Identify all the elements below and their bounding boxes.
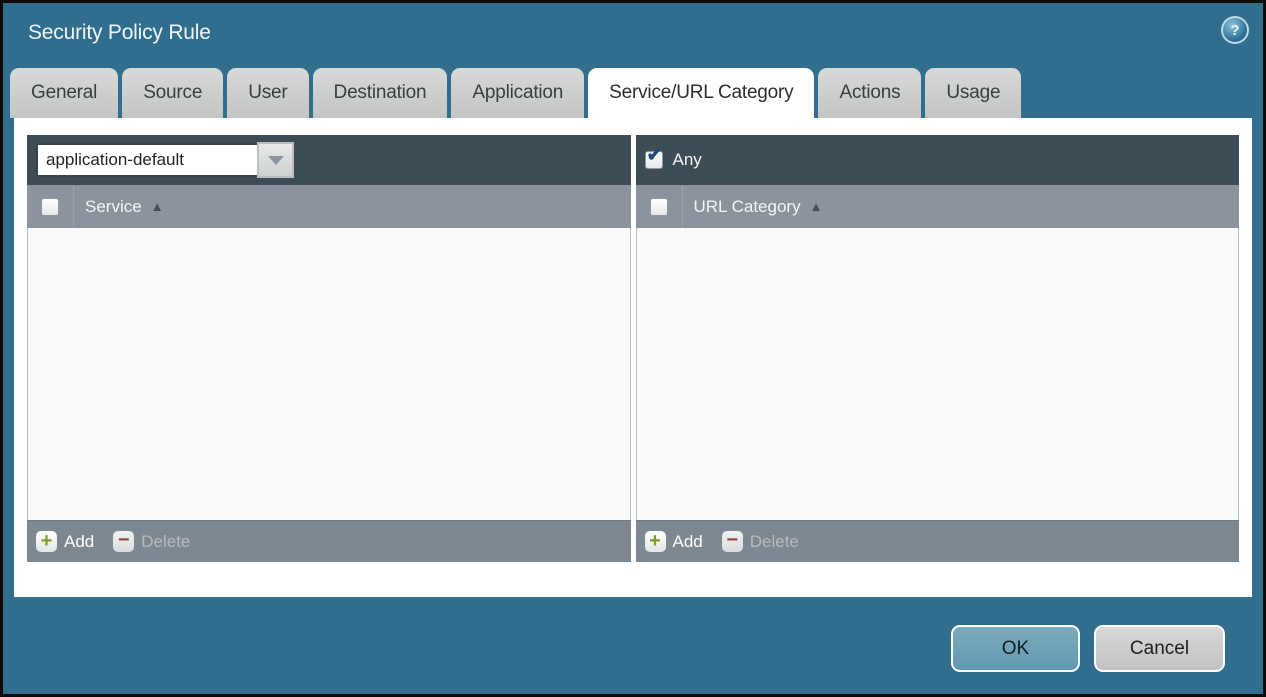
delete-url-category-label: Delete (750, 532, 799, 552)
service-table-body (27, 228, 631, 520)
url-category-table-body (636, 228, 1240, 520)
tab-content: Service ▲ + Add − Delete (14, 118, 1252, 597)
delete-icon: − (113, 531, 134, 552)
service-panel-footer: + Add − Delete (27, 520, 631, 562)
service-column-label: Service (85, 197, 142, 217)
select-all-url-categories-checkbox[interactable] (650, 198, 668, 216)
service-type-dropdown (36, 142, 294, 178)
url-category-panel: ✔ Any URL Category ▲ + (636, 135, 1240, 562)
cancel-button[interactable]: Cancel (1094, 625, 1225, 672)
add-icon: + (645, 531, 666, 552)
tab-source[interactable]: Source (122, 68, 223, 118)
tab-application[interactable]: Application (451, 68, 584, 118)
url-category-select-all-cell (636, 185, 683, 228)
add-url-category-button[interactable]: + Add (645, 531, 703, 552)
add-service-label: Add (64, 532, 94, 552)
tab-bar: General Source User Destination Applicat… (3, 68, 1263, 118)
ok-button[interactable]: OK (951, 625, 1080, 672)
tab-destination[interactable]: Destination (313, 68, 448, 118)
tab-user[interactable]: User (227, 68, 308, 118)
any-checkbox[interactable]: ✔ (645, 151, 663, 169)
delete-service-label: Delete (141, 532, 190, 552)
service-panel-header (27, 135, 631, 185)
url-category-panel-header: ✔ Any (636, 135, 1240, 185)
check-icon: ✔ (647, 146, 663, 165)
help-icon: ? (1230, 22, 1239, 39)
sort-ascending-icon: ▲ (810, 200, 823, 213)
sort-ascending-icon: ▲ (151, 200, 164, 213)
url-category-column-label: URL Category (694, 197, 801, 217)
delete-service-button[interactable]: − Delete (113, 531, 190, 552)
delete-url-category-button[interactable]: − Delete (722, 531, 799, 552)
url-category-column-header-row: URL Category ▲ (636, 185, 1240, 228)
add-icon: + (36, 531, 57, 552)
dialog-title: Security Policy Rule (28, 21, 211, 45)
panels-row: Service ▲ + Add − Delete (14, 118, 1252, 562)
tab-usage[interactable]: Usage (925, 68, 1021, 118)
service-column-header-row: Service ▲ (27, 185, 631, 228)
titlebar: Security Policy Rule ? (3, 3, 1263, 68)
dropdown-arrow-icon (268, 156, 284, 165)
tab-service-url-category[interactable]: Service/URL Category (588, 68, 814, 118)
tab-actions[interactable]: Actions (818, 68, 921, 118)
security-policy-rule-dialog: Security Policy Rule ? General Source Us… (0, 0, 1266, 697)
help-button[interactable]: ? (1221, 16, 1249, 44)
service-column-header[interactable]: Service ▲ (85, 197, 164, 217)
service-select-all-cell (27, 185, 74, 228)
delete-icon: − (722, 531, 743, 552)
add-service-button[interactable]: + Add (36, 531, 94, 552)
any-checkbox-label: Any (673, 150, 702, 170)
url-category-column-header[interactable]: URL Category ▲ (694, 197, 823, 217)
url-category-panel-footer: + Add − Delete (636, 520, 1240, 562)
service-dropdown-input[interactable] (36, 143, 257, 177)
select-all-services-checkbox[interactable] (41, 198, 59, 216)
tab-general[interactable]: General (10, 68, 118, 118)
add-url-category-label: Add (673, 532, 703, 552)
service-panel: Service ▲ + Add − Delete (27, 135, 631, 562)
service-dropdown-button[interactable] (257, 142, 294, 178)
